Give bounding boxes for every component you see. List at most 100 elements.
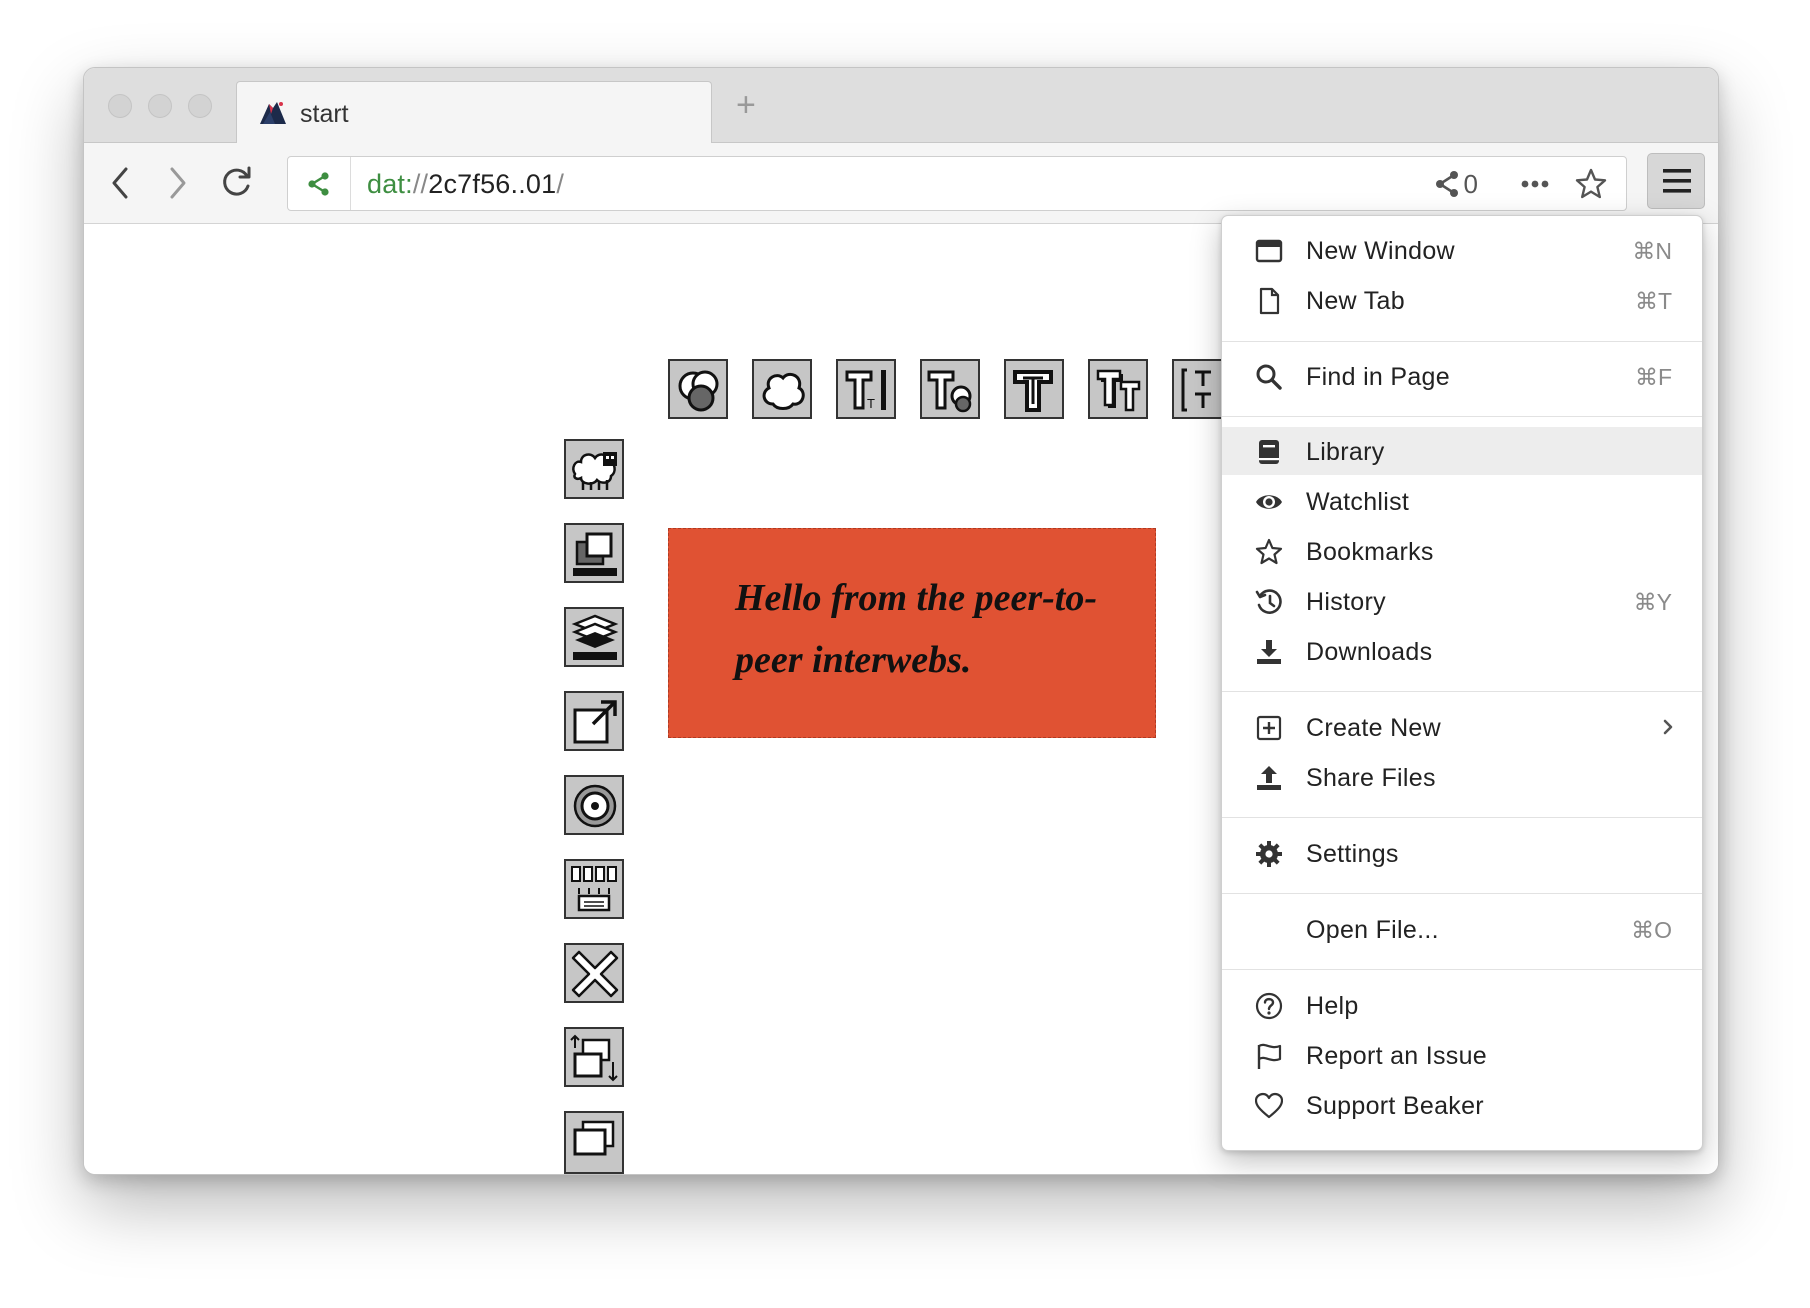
menu-item-help[interactable]: Help	[1222, 981, 1702, 1029]
search-icon	[1256, 364, 1282, 390]
message-text: Hello from the peer-to-peer interwebs.	[735, 577, 1097, 681]
resize-frames-tool[interactable]	[564, 1027, 624, 1087]
menu-shortcut: ⌘N	[1632, 238, 1672, 264]
menu-label: Downloads	[1306, 638, 1433, 666]
text-tool[interactable]: T	[836, 359, 896, 419]
duplicate-icon	[573, 1120, 615, 1156]
menu-shortcut: ⌘F	[1634, 364, 1672, 390]
menu-item-library[interactable]: Library	[1222, 427, 1702, 475]
text-shape-icon	[927, 370, 972, 413]
share-network-icon	[308, 172, 329, 196]
beaker-favicon-icon	[260, 102, 286, 124]
menu-separator	[1222, 341, 1702, 342]
star-icon[interactable]	[1574, 167, 1608, 201]
bring-front-tool[interactable]	[564, 523, 624, 583]
menu-item-downloads[interactable]: Downloads	[1222, 627, 1702, 675]
text-shape-tool[interactable]	[920, 359, 980, 419]
cloud-shape-icon	[762, 372, 805, 410]
tab-start[interactable]: start	[236, 81, 712, 143]
heart-icon	[1255, 1092, 1283, 1119]
text-tool-icon: T	[845, 370, 886, 411]
main-menu-button[interactable]	[1647, 153, 1705, 209]
target-tool[interactable]	[564, 775, 624, 835]
eye-icon	[1256, 495, 1282, 509]
menu-item-create-new[interactable]: Create New	[1222, 703, 1702, 751]
target-icon	[573, 784, 617, 828]
menu-item-settings[interactable]: Settings	[1222, 829, 1702, 877]
color-circles-tool[interactable]	[668, 359, 728, 419]
menu-separator	[1222, 691, 1702, 692]
bring-front-icon	[573, 532, 617, 576]
open-external-tool[interactable]	[564, 691, 624, 751]
hamburger-menu-icon	[1663, 169, 1691, 193]
text-shadow-icon	[1096, 369, 1141, 412]
url-trail: /	[556, 169, 565, 199]
ellipsis-icon[interactable]	[1518, 167, 1552, 201]
menu-label: New Tab	[1306, 287, 1405, 315]
new-tab-button[interactable]: +	[736, 88, 756, 122]
menu-label: New Window	[1306, 237, 1455, 265]
menu-shortcut: ⌘O	[1631, 917, 1672, 943]
gear-icon	[1256, 841, 1282, 867]
peers-icon	[1435, 171, 1458, 197]
color-circles-icon	[678, 370, 719, 412]
menu-separator	[1222, 969, 1702, 970]
sheep-tool[interactable]	[564, 439, 624, 499]
menu-item-support-beaker[interactable]: Support Beaker	[1222, 1081, 1702, 1129]
peer-count-button[interactable]: 0	[1434, 167, 1478, 201]
menu-shortcut: ⌘T	[1634, 288, 1672, 314]
menu-item-open-file[interactable]: Open File... ⌘O	[1222, 905, 1702, 953]
site-info-button[interactable]	[288, 157, 351, 210]
menu-item-report-issue[interactable]: Report an Issue	[1222, 1031, 1702, 1079]
distribute-icon	[571, 866, 617, 912]
zoom-window-button[interactable]	[188, 94, 212, 118]
close-window-button[interactable]	[108, 94, 132, 118]
forward-arrow-icon[interactable]	[154, 161, 198, 205]
delete-tool[interactable]	[564, 943, 624, 1003]
nav-toolbar: dat://2c7f56..01/ 0	[84, 143, 1718, 224]
menu-separator	[1222, 416, 1702, 417]
reload-icon[interactable]	[214, 161, 258, 205]
menu-item-watchlist[interactable]: Watchlist	[1222, 477, 1702, 525]
resize-frames-icon	[570, 1034, 618, 1082]
text-outline-tool[interactable]	[1004, 359, 1064, 419]
menu-separator	[1222, 893, 1702, 894]
window-icon	[1255, 239, 1283, 263]
delete-x-icon	[571, 950, 619, 998]
url-bar[interactable]: dat://2c7f56..01/ 0	[287, 156, 1627, 211]
duplicate-tool[interactable]	[564, 1111, 624, 1174]
main-menu-dropdown: New Window ⌘N New Tab ⌘T Find in Page ⌘F…	[1221, 215, 1703, 1151]
menu-item-bookmarks[interactable]: Bookmarks	[1222, 527, 1702, 575]
menu-label: Library	[1306, 438, 1385, 466]
menu-label: Bookmarks	[1306, 538, 1434, 566]
download-icon	[1257, 640, 1281, 664]
text-outline-icon	[1013, 370, 1053, 412]
menu-item-share-files[interactable]: Share Files	[1222, 753, 1702, 801]
tab-title: start	[300, 100, 349, 128]
plus-square-icon	[1256, 715, 1282, 741]
cloud-shape-tool[interactable]	[752, 359, 812, 419]
history-icon	[1255, 589, 1282, 614]
menu-item-new-tab[interactable]: New Tab ⌘T	[1222, 276, 1702, 324]
menu-label: Help	[1306, 992, 1359, 1020]
layers-tool[interactable]	[564, 607, 624, 667]
menu-shortcut: ⌘Y	[1633, 589, 1672, 615]
text-shadow-tool[interactable]	[1088, 359, 1148, 419]
url-text[interactable]: dat://2c7f56..01/	[367, 169, 564, 200]
book-icon	[1259, 440, 1279, 464]
menu-item-new-window[interactable]: New Window ⌘N	[1222, 226, 1702, 274]
menu-item-history[interactable]: History ⌘Y	[1222, 577, 1702, 625]
distribute-tool[interactable]	[564, 859, 624, 919]
help-icon	[1255, 992, 1283, 1020]
minimize-window-button[interactable]	[148, 94, 172, 118]
back-arrow-icon[interactable]	[100, 161, 144, 205]
peer-count: 0	[1463, 168, 1478, 199]
menu-label: Open File...	[1306, 916, 1439, 944]
title-bar: start +	[84, 68, 1718, 143]
menu-label: Create New	[1306, 714, 1441, 742]
menu-item-find-in-page[interactable]: Find in Page ⌘F	[1222, 352, 1702, 400]
menu-label: Support Beaker	[1306, 1092, 1484, 1120]
url-protocol: dat:	[367, 169, 413, 199]
menu-label: Share Files	[1306, 764, 1436, 792]
menu-separator	[1222, 817, 1702, 818]
